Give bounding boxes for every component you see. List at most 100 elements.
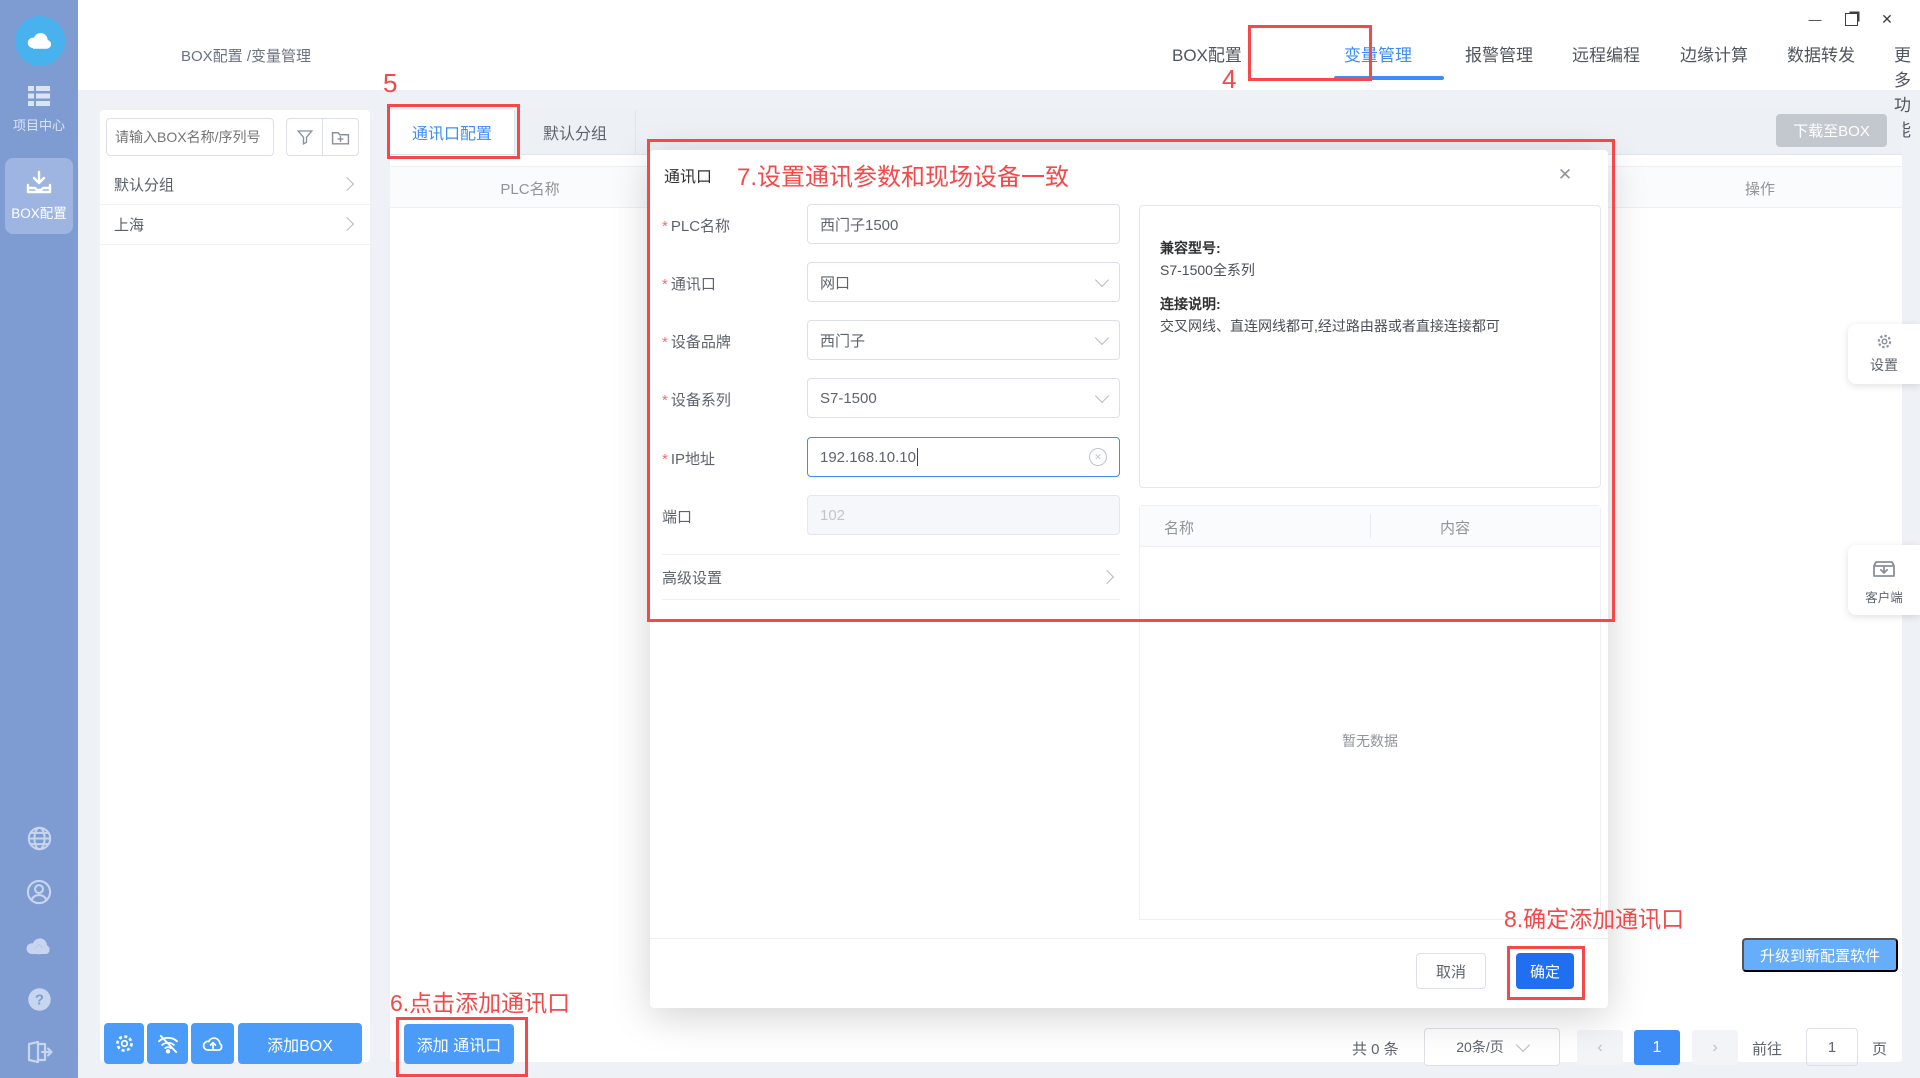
page-size-value: 20条/页 — [1456, 1039, 1504, 1055]
required-mark: * — [662, 334, 668, 351]
nav-alarm-management[interactable]: 报警管理 — [1465, 41, 1533, 66]
field-label-ip: * IP地址 — [662, 451, 716, 468]
app-window: BOX配置 /变量管理 BOX配置 变量管理 报警管理 远程编程 边缘计算 数据… — [0, 0, 1920, 1078]
add-box-label: 添加BOX — [267, 1037, 333, 1055]
column-action: 操作 — [1744, 181, 1775, 198]
dialog-close-button[interactable]: ✕ — [1550, 160, 1580, 190]
nav-variable-management[interactable]: 变量管理 — [1344, 41, 1412, 66]
series-select[interactable]: S7-1500 — [807, 378, 1120, 418]
nav-active-underline — [1334, 76, 1444, 80]
logout-icon[interactable] — [26, 1038, 54, 1066]
close-icon: ✕ — [1881, 10, 1893, 27]
field-label-series: * 设备系列 — [662, 392, 731, 409]
sidebar-item-project-center[interactable]: 项目中心 — [0, 84, 78, 134]
cloud-upload-icon — [202, 1036, 222, 1051]
chevron-down-icon — [1094, 388, 1110, 404]
advanced-settings-row[interactable]: 高级设置 — [662, 554, 1120, 600]
filter-button[interactable] — [286, 118, 323, 156]
series-value: S7-1500 — [820, 389, 877, 407]
gear-icon — [1877, 334, 1891, 349]
download-to-box-button[interactable]: 下载至BOX — [1776, 114, 1887, 147]
nav-edge-computing[interactable]: 边缘计算 — [1680, 41, 1748, 66]
brand-select[interactable]: 西门子 — [807, 320, 1120, 360]
chevron-right-icon: › — [1712, 1038, 1718, 1056]
confirm-label: 确定 — [1529, 963, 1560, 981]
comm-port-dialog: 通讯口 ✕ * PLC名称 西门子1500 * 通讯口 网口 * 设备品牌 西门子 *… — [650, 150, 1608, 1008]
add-port-label: 添加 通讯口 — [416, 1038, 502, 1055]
tab-default-group[interactable]: 默认分组 — [514, 110, 636, 154]
tab-port-config[interactable]: 通讯口配置 — [390, 110, 514, 154]
chevron-right-icon — [1099, 569, 1115, 585]
user-icon[interactable] — [25, 878, 53, 906]
help-icon[interactable]: ? — [26, 986, 53, 1013]
upgrade-label: 升级到新配置软件 — [1759, 947, 1880, 965]
device-info-panel: 兼容型号: S7-1500全系列 连接说明: 交叉网线、直连网线都可,经过路由器… — [1139, 205, 1601, 488]
params-table-header: 名称 内容 — [1140, 506, 1600, 547]
upgrade-button[interactable]: 升级到新配置软件 — [1742, 938, 1898, 972]
field-label-brand: * 设备品牌 — [662, 334, 731, 351]
goto-page-input[interactable]: 1 — [1806, 1028, 1858, 1066]
ip-address-input[interactable]: 192.168.10.10 ✕ — [807, 437, 1120, 477]
settings-gear-button[interactable] — [104, 1023, 144, 1064]
advanced-settings-label: 高级设置 — [662, 569, 723, 587]
page-number: 1 — [1652, 1038, 1662, 1056]
client-side-tab[interactable]: 客户端 — [1848, 545, 1920, 615]
search-input[interactable] — [106, 118, 274, 156]
project-center-icon — [28, 86, 50, 106]
add-port-button[interactable]: 添加 通讯口 — [404, 1024, 514, 1064]
box-config-icon — [26, 170, 52, 194]
group-item-default[interactable]: 默认分组 — [100, 164, 370, 205]
cloud-sync-button[interactable] — [191, 1023, 234, 1064]
add-folder-icon — [331, 131, 350, 145]
column-content: 内容 — [1440, 520, 1471, 537]
add-group-button[interactable] — [322, 118, 359, 156]
globe-icon[interactable] — [25, 824, 53, 852]
settings-label: 设置 — [1870, 357, 1898, 373]
ip-address-value: 192.168.10.10 — [820, 448, 916, 466]
port-type-value: 网口 — [820, 274, 851, 292]
clear-input-icon[interactable]: ✕ — [1089, 448, 1107, 466]
settings-side-tab[interactable]: 设置 — [1848, 324, 1920, 384]
port-type-select[interactable]: 网口 — [807, 262, 1120, 302]
group-label: 默认分组 — [114, 176, 175, 194]
cancel-label: 取消 — [1435, 963, 1466, 981]
cancel-button[interactable]: 取消 — [1416, 953, 1486, 989]
wifi-status-button[interactable] — [147, 1023, 188, 1064]
cloud-upload-icon[interactable] — [24, 932, 54, 960]
empty-table-text: 暂无数据 — [1342, 733, 1398, 749]
prev-page-button[interactable]: ‹ — [1577, 1030, 1623, 1065]
nav-box-config[interactable]: BOX配置 — [1172, 41, 1242, 66]
page-size-select[interactable]: 20条/页 — [1424, 1028, 1560, 1066]
restore-button[interactable] — [1838, 8, 1864, 30]
compat-title: 兼容型号: — [1160, 240, 1221, 256]
field-label-port-type: * 通讯口 — [662, 276, 716, 293]
add-box-button[interactable]: 添加BOX — [238, 1023, 362, 1064]
plc-name-input[interactable]: 西门子1500 — [807, 204, 1120, 244]
sidebar-item-box-config[interactable]: BOX配置 — [5, 158, 73, 234]
required-mark: * — [662, 451, 668, 468]
field-label-port: 端口 — [662, 509, 693, 526]
minimize-icon: — — [1808, 11, 1822, 27]
client-label: 客户端 — [1865, 591, 1903, 605]
dialog-footer-divider — [650, 938, 1608, 939]
required-mark: * — [662, 218, 668, 235]
sidebar: 项目中心 BOX配置 ? — [0, 0, 78, 1078]
group-item-shanghai[interactable]: 上海 — [100, 204, 370, 245]
confirm-button[interactable]: 确定 — [1516, 953, 1574, 989]
goto-label: 前往 — [1752, 1041, 1783, 1058]
conn-value: 交叉网线、直连网线都可,经过路由器或者直接连接都可 — [1160, 318, 1500, 334]
wifi-off-icon — [157, 1034, 178, 1053]
params-table: 名称 内容 暂无数据 — [1139, 505, 1601, 920]
app-logo — [15, 16, 65, 66]
minimize-button[interactable]: — — [1802, 8, 1828, 30]
nav-data-forwarding[interactable]: 数据转发 — [1787, 41, 1855, 66]
nav-remote-programming[interactable]: 远程编程 — [1572, 41, 1640, 66]
next-page-button[interactable]: › — [1692, 1030, 1738, 1065]
sidebar-item-label: BOX配置 — [11, 206, 67, 221]
tab-label: 默认分组 — [542, 126, 607, 143]
breadcrumb: BOX配置 /变量管理 — [181, 48, 312, 65]
close-button[interactable]: ✕ — [1874, 8, 1900, 30]
dialog-title: 通讯口 — [664, 169, 713, 186]
page-1-button[interactable]: 1 — [1634, 1030, 1680, 1065]
column-name: 名称 — [1164, 520, 1195, 537]
